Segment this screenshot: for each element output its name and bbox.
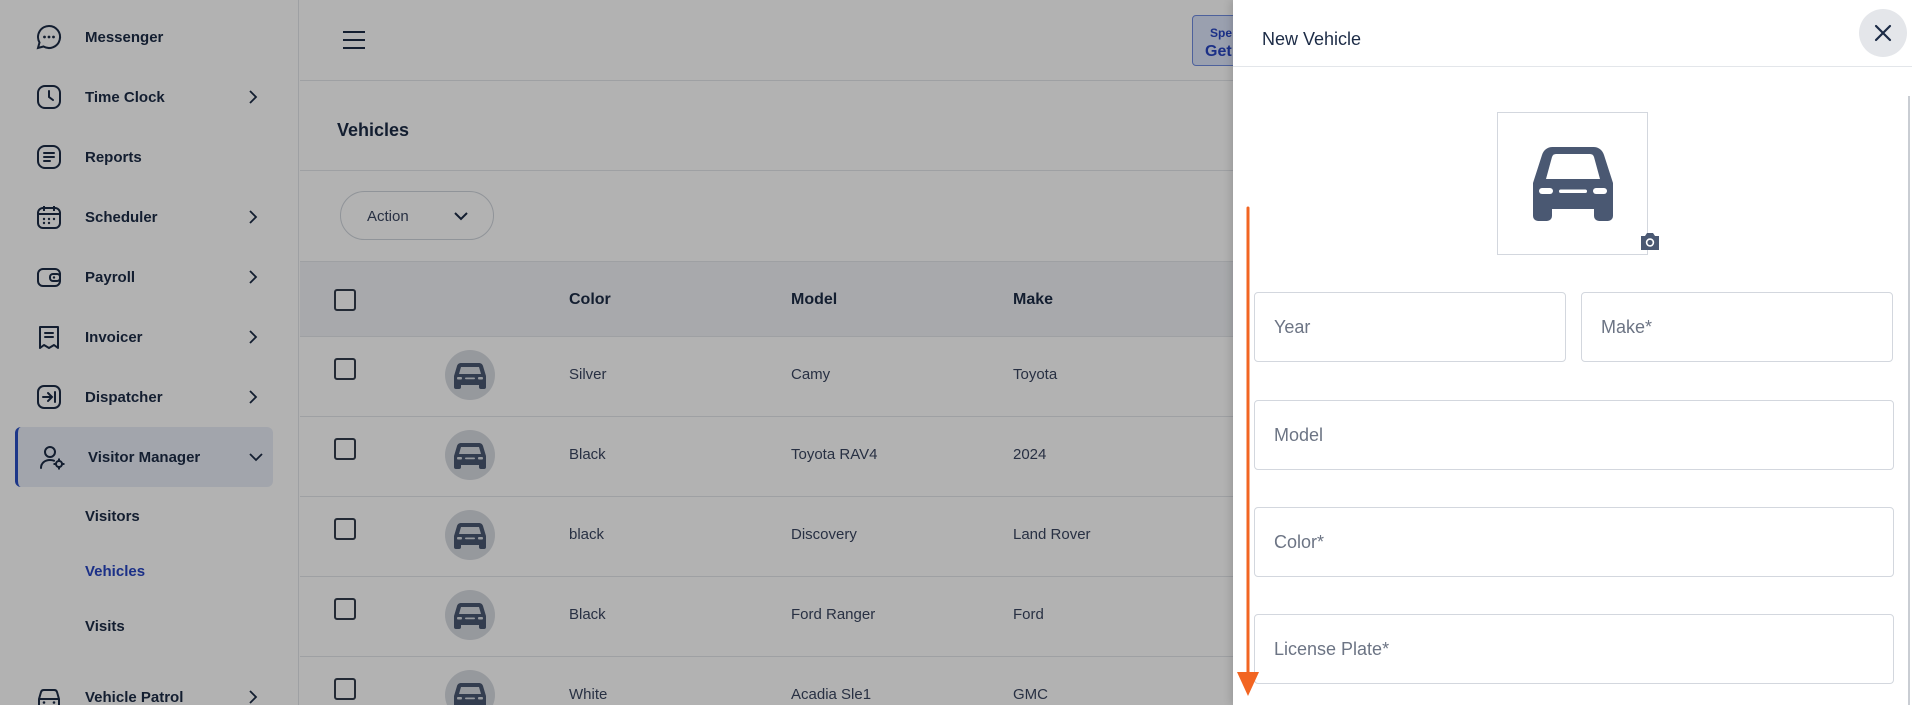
license-plate-input[interactable] [1255, 615, 1893, 683]
scrollbar[interactable] [1908, 96, 1910, 705]
panel-title: New Vehicle [1262, 29, 1362, 49]
year-field[interactable] [1254, 292, 1566, 362]
car-icon [1533, 147, 1613, 221]
make-field[interactable] [1581, 292, 1893, 362]
color-input[interactable] [1255, 508, 1893, 576]
model-field[interactable] [1254, 400, 1894, 470]
year-input[interactable] [1255, 293, 1565, 361]
new-vehicle-panel: New Vehicle [1233, 0, 1912, 705]
modal-backdrop[interactable] [0, 0, 1233, 705]
license-plate-field[interactable] [1254, 614, 1894, 684]
camera-icon[interactable] [1638, 230, 1662, 252]
model-input[interactable] [1255, 401, 1893, 469]
panel-header: New Vehicle [1233, 0, 1912, 67]
scroll-down-arrow-icon [1237, 206, 1259, 696]
vehicle-photo-upload[interactable] [1497, 112, 1648, 255]
close-button[interactable] [1859, 9, 1907, 57]
close-icon [1874, 24, 1892, 42]
make-input[interactable] [1582, 293, 1892, 361]
color-field[interactable] [1254, 507, 1894, 577]
